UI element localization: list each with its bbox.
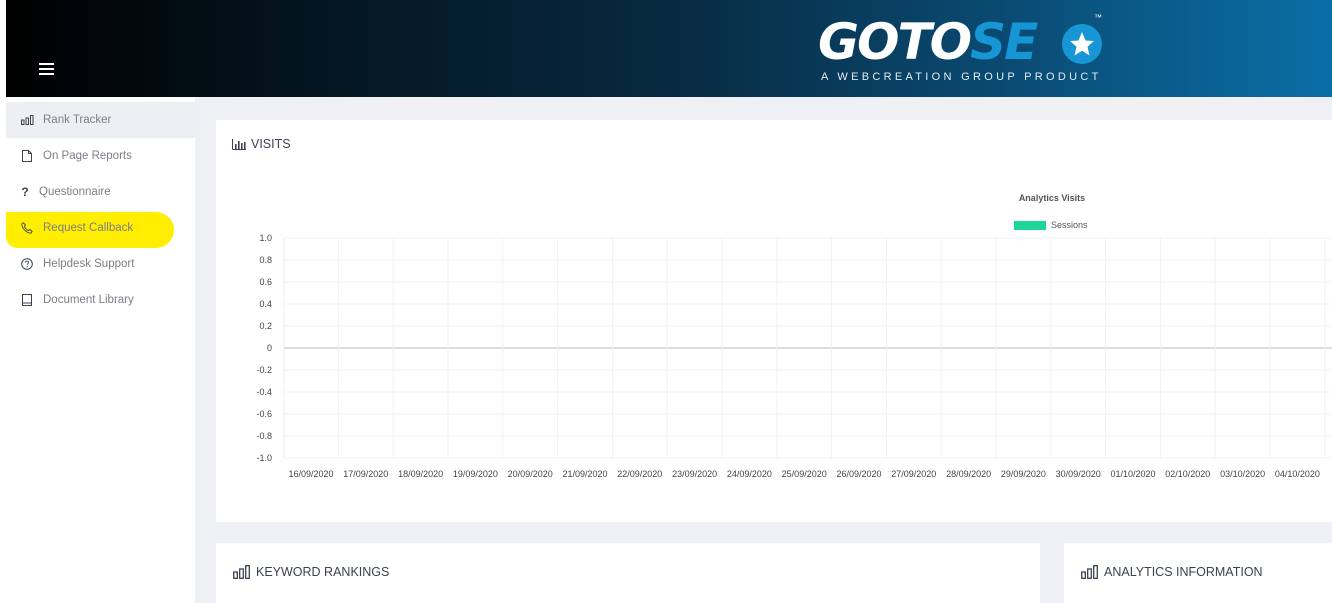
x-tick-label: 29/09/2020 (1001, 469, 1046, 479)
sidebar-item-label: Helpdesk Support (43, 258, 135, 270)
sidebar-item-label: Request Callback (43, 222, 134, 234)
keyword-rankings-title: KEYWORD RANKINGS (233, 565, 389, 579)
analytics-information-title: ANALYTICS INFORMATION (1081, 565, 1263, 579)
x-tick-label: 30/09/2020 (1056, 469, 1101, 479)
keyword-rankings-label: KEYWORD RANKINGS (256, 565, 390, 579)
x-tick-label: 23/09/2020 (672, 469, 717, 479)
phone-icon (20, 221, 34, 235)
y-tick-label: -0.4 (256, 387, 272, 397)
x-tick-label: 27/09/2020 (891, 469, 936, 479)
legend-label-sessions: Sessions (1051, 220, 1088, 230)
x-tick-label: 25/09/2020 (782, 469, 827, 479)
x-tick-label: 04/10/2020 (1275, 469, 1320, 479)
y-tick-label: 0 (267, 343, 272, 353)
book-icon (20, 293, 34, 307)
analytics-information-card: ANALYTICS INFORMATION (1064, 543, 1332, 603)
x-tick-label: 19/09/2020 (453, 469, 498, 479)
logo-star-icon (1062, 24, 1102, 64)
sidebar-item-label: Rank Tracker (43, 114, 112, 126)
y-tick-label: 1.0 (259, 233, 272, 243)
sidebar-item-rank-tracker[interactable]: Rank Tracker (6, 102, 195, 138)
hamburger-icon[interactable] (39, 63, 55, 79)
y-tick-label: -0.6 (256, 409, 272, 419)
y-tick-label: 0.6 (259, 277, 272, 287)
sidebar-item-label: On Page Reports (43, 150, 132, 162)
sidebar-item-on-page-reports[interactable]: On Page Reports (6, 138, 195, 174)
bar-chart-icon (1081, 565, 1099, 579)
x-tick-label: 02/10/2020 (1165, 469, 1210, 479)
x-tick-label: 26/09/2020 (836, 469, 881, 479)
help-circle-icon (20, 257, 34, 271)
x-tick-label: 01/10/2020 (1110, 469, 1155, 479)
sidebar-item-label: Document Library (43, 294, 134, 306)
x-tick-label: 17/09/2020 (343, 469, 388, 479)
gotoseo-logo[interactable]: GOTOSE ™ A WEBCREATION GROUP PRODUCT (818, 13, 1118, 86)
x-tick-label: 03/10/2020 (1220, 469, 1265, 479)
document-icon (20, 149, 34, 163)
y-tick-label: -1.0 (256, 453, 272, 463)
x-tick-label: 22/09/2020 (617, 469, 662, 479)
x-tick-label: 16/09/2020 (288, 469, 333, 479)
sidebar-item-request-callback[interactable]: Request Callback (6, 210, 195, 246)
analytics-visits-chart: 1.0 0.8 0.6 0.4 0.2 0 -0.2 -0.4 -0.6 -0.8 -1.0 16/0… (256, 193, 1332, 479)
x-tick-label: 21/09/2020 (562, 469, 607, 479)
y-tick-label: 0.4 (259, 299, 272, 309)
logo-tagline: A WEBCREATION GROUP PRODUCT (821, 71, 1102, 83)
bar-chart-icon (233, 565, 251, 579)
sidebar-item-label: Questionnaire (39, 186, 111, 198)
x-tick-label: 28/09/2020 (946, 469, 991, 479)
keyword-rankings-card: KEYWORD RANKINGS (216, 543, 1040, 603)
visits-card: VISITS 1.0 0.8 0.6 0.4 0.2 0 -0.2 -0.4 -0.6 -0.8-… (216, 120, 1332, 522)
sidebar-item-document-library[interactable]: Document Library (6, 282, 195, 318)
y-tick-label: 0.2 (259, 321, 272, 331)
chart-title: Analytics Visits (1019, 193, 1085, 203)
y-tick-label: -0.2 (256, 365, 272, 375)
y-tick-label: 0.8 (259, 255, 272, 265)
analytics-information-label: ANALYTICS INFORMATION (1104, 565, 1263, 579)
x-tick-label: 18/09/2020 (398, 469, 443, 479)
question-icon: ? (21, 185, 29, 199)
x-tick-label: 24/09/2020 (727, 469, 772, 479)
legend-swatch-sessions (1014, 221, 1046, 230)
sidebar: Rank Tracker On Page Reports ? Questionn… (6, 97, 195, 603)
sidebar-item-helpdesk-support[interactable]: Helpdesk Support (6, 246, 195, 282)
logo-wordmark: GOTOSE (818, 13, 1038, 71)
sidebar-item-questionnaire[interactable]: ? Questionnaire (6, 174, 195, 210)
y-tick-label: -0.8 (256, 431, 272, 441)
bar-chart-icon (20, 113, 34, 127)
top-header: GOTOSE ™ A WEBCREATION GROUP PRODUCT (6, 0, 1332, 97)
x-tick-label: 20/09/2020 (508, 469, 553, 479)
logo-trademark: ™ (1094, 13, 1102, 22)
